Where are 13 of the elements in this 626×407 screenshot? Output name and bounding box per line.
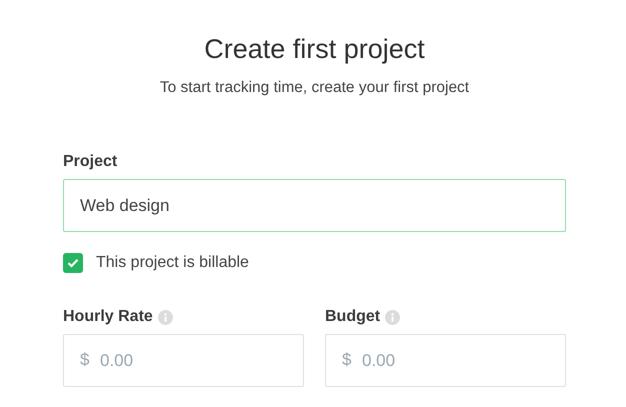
billable-checkbox[interactable]: [63, 253, 83, 273]
project-name-field[interactable]: Web design: [63, 179, 566, 232]
page-title: Create first project: [204, 34, 425, 65]
page-subtitle: To start tracking time, create your first project: [160, 79, 470, 97]
currency-symbol: $: [342, 350, 352, 370]
checkmark-icon: [67, 258, 79, 268]
field-label: Hourly Rate: [63, 308, 153, 326]
info-icon: [158, 310, 173, 324]
field-label: Budget: [325, 308, 380, 326]
checkbox-label: This project is billable: [96, 254, 249, 272]
currency-symbol: $: [80, 350, 90, 370]
field-label: Project: [63, 153, 118, 171]
info-icon: [385, 310, 400, 324]
